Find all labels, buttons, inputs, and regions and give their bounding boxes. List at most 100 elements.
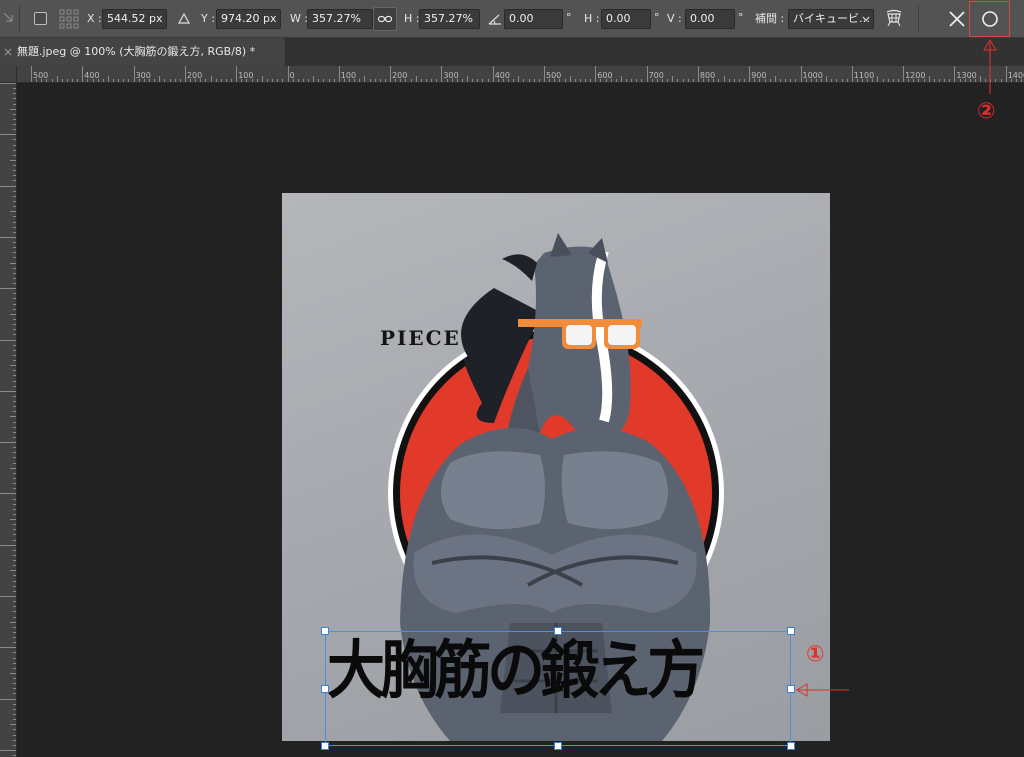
ruler-minor-tick xyxy=(0,288,16,290)
transform-handle-top-right[interactable] xyxy=(787,627,795,635)
ruler-major-tick xyxy=(441,66,443,82)
reference-point-checkbox-icon[interactable] xyxy=(34,12,47,25)
ruler-minor-tick xyxy=(292,79,294,82)
ruler-minor-tick xyxy=(0,442,16,444)
ruler-minor-tick xyxy=(13,688,16,690)
ruler-minor-tick xyxy=(13,318,16,320)
ruler-minor-tick xyxy=(354,79,356,82)
x-position-field[interactable]: 544.52 px xyxy=(102,9,167,29)
reference-grid-icon[interactable] xyxy=(59,9,79,29)
ruler-minor-tick xyxy=(205,79,207,82)
ruler-minor-tick xyxy=(831,79,833,82)
ruler-minor-tick xyxy=(164,79,166,82)
ruler-minor-tick xyxy=(738,79,740,82)
ruler-minor-tick xyxy=(13,657,16,659)
annotation-commit-highlight xyxy=(969,1,1010,37)
ruler-minor-tick xyxy=(795,79,797,82)
skew-vertical-field[interactable]: 0.00 xyxy=(685,9,735,29)
transform-handle-bottom-center[interactable] xyxy=(554,742,562,750)
ruler-minor-tick xyxy=(13,293,16,295)
ruler-minor-tick xyxy=(405,79,407,82)
horizontal-ruler[interactable]: 500 400 300 200 100 0 100 200 300 400 500 600 700 800… xyxy=(17,66,1024,83)
ruler-minor-tick xyxy=(13,554,16,556)
ruler-minor-tick xyxy=(13,190,16,192)
ruler-major-tick xyxy=(544,66,545,82)
ruler-minor-tick xyxy=(118,79,120,82)
transform-handle-middle-left[interactable] xyxy=(321,685,329,693)
ruler-minor-tick xyxy=(944,79,946,82)
transform-handle-top-center[interactable] xyxy=(554,627,562,635)
ruler-minor-tick xyxy=(215,79,217,82)
close-tab-icon[interactable]: × xyxy=(3,45,13,59)
options-bar: X : 544.52 px Y : 974.20 px W : 357.27% … xyxy=(0,0,1024,38)
ruler-minor-tick xyxy=(13,626,16,628)
link-icon[interactable] xyxy=(373,7,397,31)
transform-handle-top-left[interactable] xyxy=(321,627,329,635)
move-tool-icon[interactable] xyxy=(2,11,14,27)
document-tab[interactable]: × 無題.jpeg @ 100% (大胸筋の鍛え方, RGB/8) * xyxy=(0,38,286,66)
ruler-minor-tick xyxy=(0,596,16,597)
ruler-minor-tick xyxy=(13,231,16,233)
cancel-icon[interactable] xyxy=(948,10,966,28)
ruler-minor-tick xyxy=(0,544,16,546)
ruler-minor-tick xyxy=(867,79,869,82)
ruler-minor-tick xyxy=(554,79,556,82)
ruler-minor-tick xyxy=(190,79,192,82)
ruler-minor-tick xyxy=(13,401,16,403)
ruler-minor-tick xyxy=(195,79,197,82)
ruler-minor-tick xyxy=(672,76,674,82)
width-field[interactable]: 357.27% xyxy=(307,9,373,29)
ruler-origin[interactable] xyxy=(0,66,17,83)
chevron-down-icon xyxy=(862,16,870,22)
ruler-minor-tick xyxy=(174,79,176,82)
transform-bounding-box[interactable] xyxy=(325,631,791,746)
ruler-minor-tick xyxy=(13,457,16,459)
ruler-minor-tick xyxy=(13,144,16,146)
ruler-minor-tick xyxy=(225,79,227,82)
ruler-minor-tick xyxy=(13,370,16,372)
ruler-minor-tick xyxy=(13,431,16,433)
ruler-minor-tick xyxy=(379,79,381,82)
separator xyxy=(918,6,919,32)
skew-v-label: V : xyxy=(667,12,682,25)
height-field[interactable]: 357.27% xyxy=(419,9,480,29)
ruler-minor-tick xyxy=(10,467,16,469)
transform-handle-bottom-left[interactable] xyxy=(321,742,329,750)
ruler-minor-tick xyxy=(482,79,484,82)
ruler-minor-tick xyxy=(92,79,94,82)
ruler-minor-tick xyxy=(113,79,115,82)
ruler-minor-tick xyxy=(13,652,16,654)
separator xyxy=(19,6,20,32)
skew-horizontal-field[interactable]: 0.00 xyxy=(601,9,651,29)
vertical-ruler[interactable] xyxy=(0,66,17,757)
ruler-minor-tick xyxy=(13,406,16,408)
ruler-minor-tick xyxy=(718,79,720,82)
transform-handle-bottom-right[interactable] xyxy=(787,742,795,750)
ruler-minor-tick xyxy=(13,642,16,644)
ruler-minor-tick xyxy=(56,76,58,82)
warp-icon[interactable] xyxy=(884,8,904,28)
ruler-major-tick xyxy=(338,66,340,82)
ruler-major-tick xyxy=(1005,66,1007,82)
ruler-minor-tick xyxy=(805,79,807,82)
ruler-minor-tick xyxy=(682,79,684,82)
ruler-minor-tick xyxy=(487,79,489,82)
ruler-minor-tick xyxy=(497,79,499,82)
ruler-minor-tick xyxy=(13,360,16,362)
ruler-minor-tick xyxy=(246,79,248,82)
ruler-minor-tick xyxy=(13,590,16,592)
delta-icon[interactable] xyxy=(178,13,190,24)
interpolation-select[interactable]: バイキュービ… xyxy=(788,9,874,29)
ruler-minor-tick xyxy=(277,79,279,82)
ruler-minor-tick xyxy=(13,149,16,151)
annotation-number-2: ② xyxy=(977,99,996,124)
ruler-minor-tick xyxy=(502,79,504,82)
y-position-field[interactable]: 974.20 px xyxy=(216,9,281,29)
ruler-minor-tick xyxy=(826,76,828,82)
ruler-minor-tick xyxy=(13,226,16,228)
ruler-minor-tick xyxy=(328,79,330,82)
rotation-angle-field[interactable]: 0.00 xyxy=(504,9,563,29)
ruler-minor-tick xyxy=(723,76,725,82)
document-tab-bar: × 無題.jpeg @ 100% (大胸筋の鍛え方, RGB/8) * xyxy=(0,38,1024,66)
ruler-minor-tick xyxy=(677,79,679,82)
